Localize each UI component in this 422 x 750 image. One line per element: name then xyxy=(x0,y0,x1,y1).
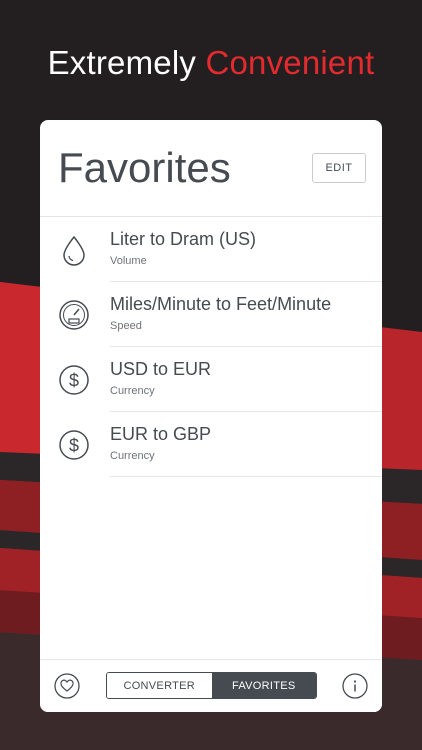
headline-text: Extremely xyxy=(47,44,197,81)
svg-text:$: $ xyxy=(69,436,79,456)
conversion-name: EUR to GBP xyxy=(110,424,212,444)
conversion-category: Volume xyxy=(110,255,147,267)
conversion-category: Currency xyxy=(110,385,155,397)
favorites-card: Favorites EDIT Liter to Dram (US) Volume… xyxy=(40,120,382,712)
conversion-name: Liter to Dram (US) xyxy=(110,229,257,249)
list-item[interactable]: Miles/Minute to Feet/Minute Speed xyxy=(40,282,382,347)
speedometer-icon xyxy=(58,299,90,331)
info-icon[interactable] xyxy=(342,673,368,699)
conversion-name: Miles/Minute to Feet/Minute xyxy=(110,294,332,314)
headline-accent-text: Convenient xyxy=(205,44,375,81)
headline: Extremely Convenient xyxy=(0,44,422,82)
edit-button[interactable]: EDIT xyxy=(312,153,366,183)
dollar-icon: $ xyxy=(58,364,90,396)
list-item[interactable]: Liter to Dram (US) Volume xyxy=(40,217,382,282)
tab-favorites[interactable]: FAVORITES xyxy=(211,673,316,698)
svg-text:$: $ xyxy=(69,371,79,391)
dollar-icon: $ xyxy=(58,429,90,461)
view-switcher: CONVERTER FAVORITES xyxy=(106,672,317,699)
divider xyxy=(110,476,382,477)
conversion-category: Currency xyxy=(110,450,155,462)
bottom-toolbar: CONVERTER FAVORITES xyxy=(40,659,382,712)
list-item[interactable]: $ EUR to GBP Currency xyxy=(40,412,382,477)
heart-icon[interactable] xyxy=(54,673,80,699)
conversion-category: Speed xyxy=(110,320,142,332)
card-header: Favorites EDIT xyxy=(40,120,382,217)
conversion-name: USD to EUR xyxy=(110,359,212,379)
list-item[interactable]: $ USD to EUR Currency xyxy=(40,347,382,412)
page-title: Favorites xyxy=(58,144,231,191)
tab-converter[interactable]: CONVERTER xyxy=(107,673,212,698)
drop-icon xyxy=(58,234,90,266)
